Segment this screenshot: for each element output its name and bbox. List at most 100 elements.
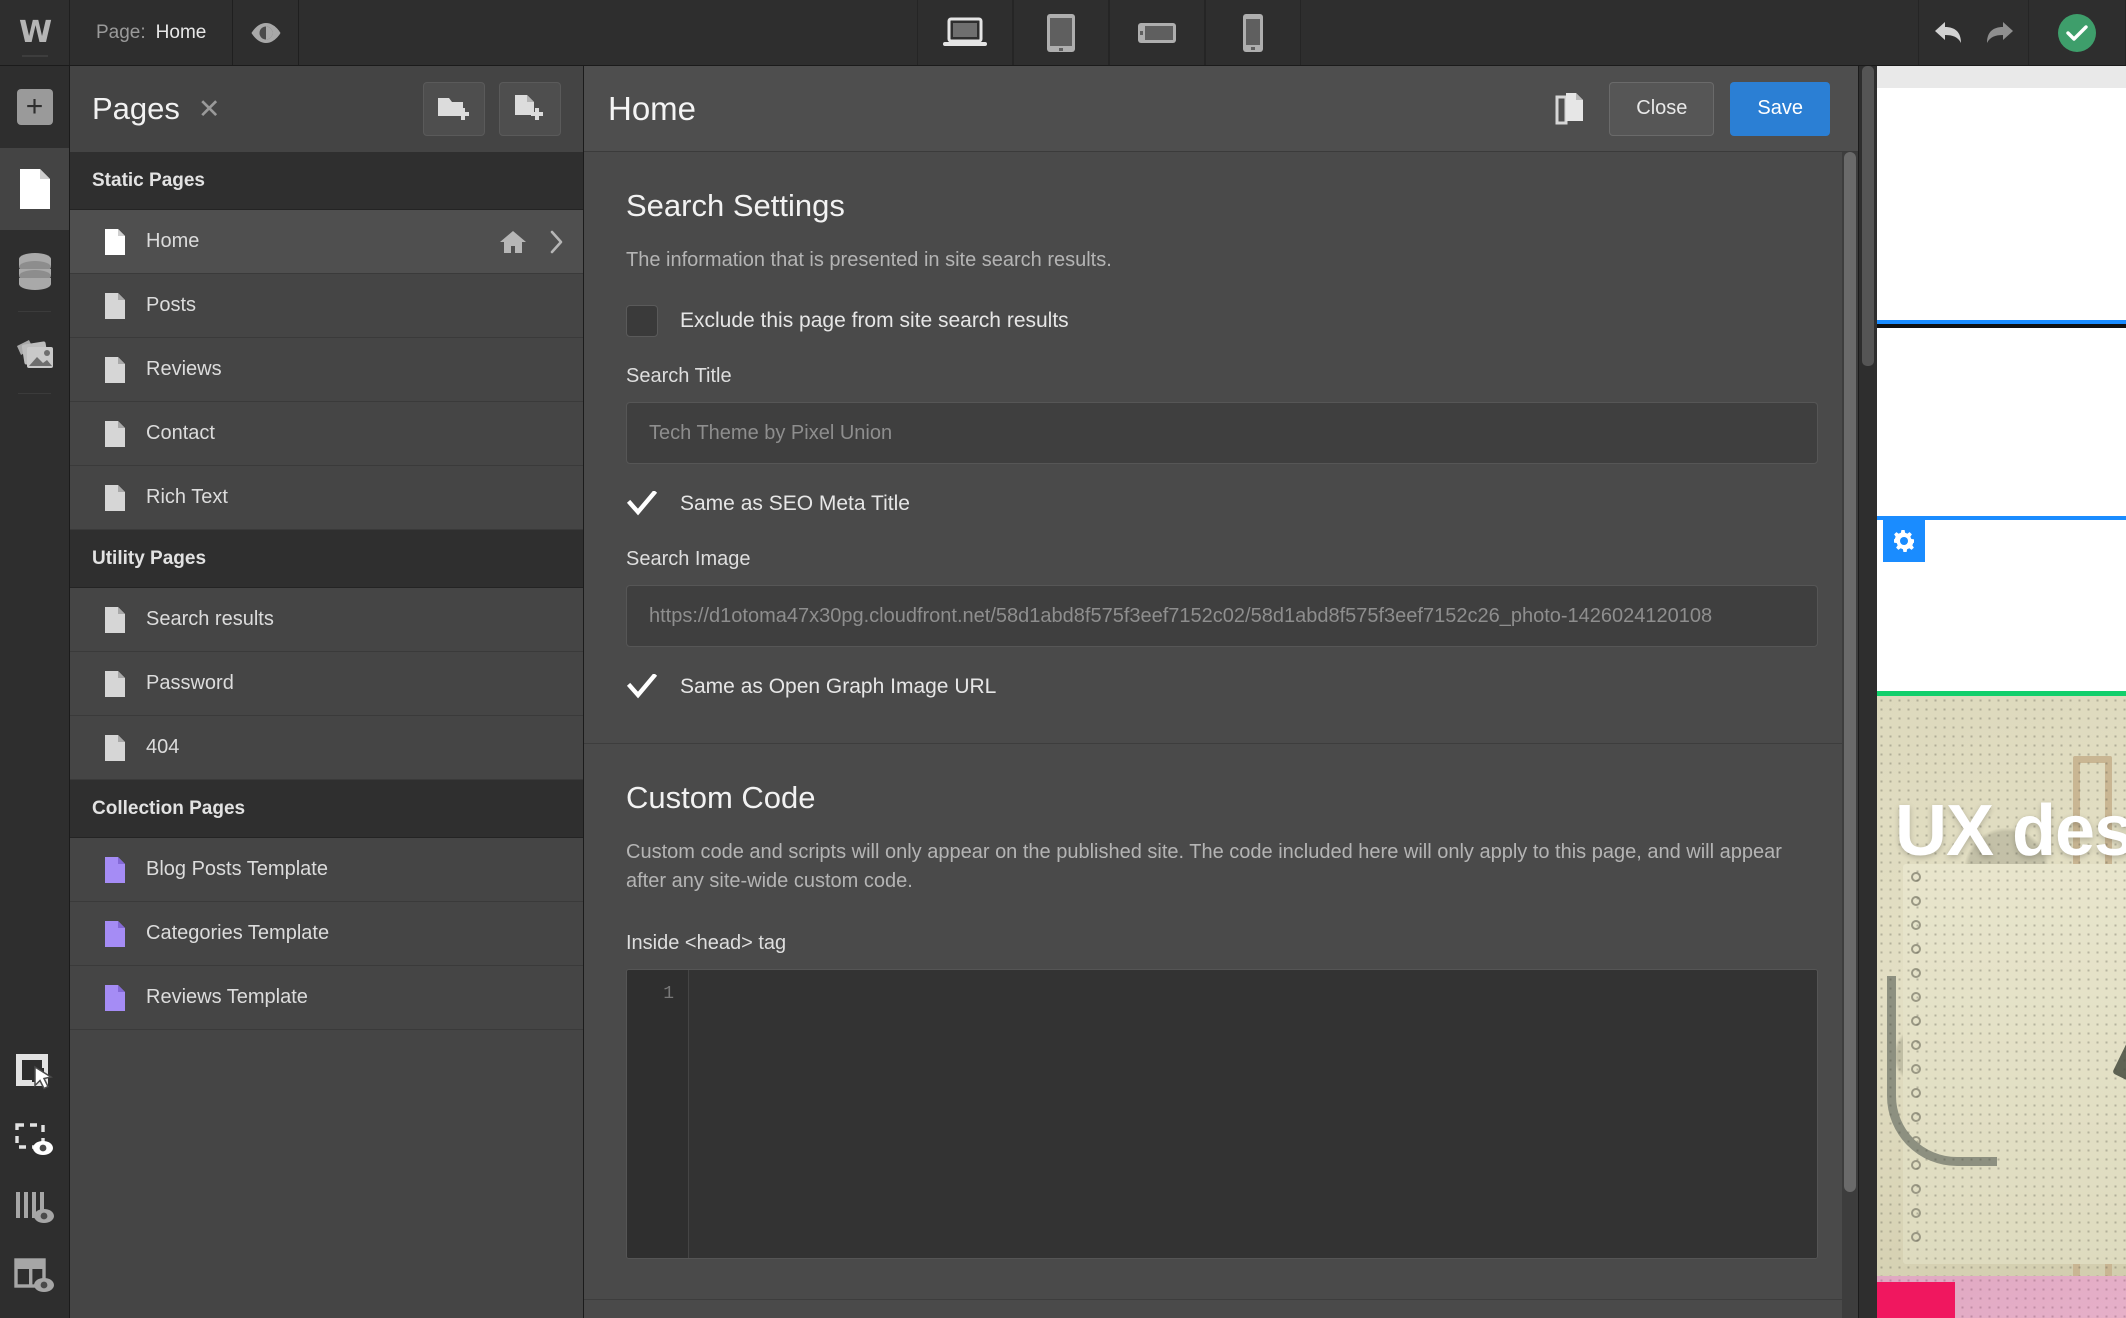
new-folder-button[interactable] — [423, 82, 485, 136]
page-row-label: Reviews Template — [146, 986, 308, 1008]
same-as-seo-title-checkbox[interactable] — [626, 488, 658, 520]
code-gutter: 1 — [627, 970, 689, 1258]
page-row-posts[interactable]: Posts — [70, 274, 583, 338]
search-settings-description: The information that is presented in sit… — [626, 249, 1112, 271]
settings-scrollbar-thumb[interactable] — [1844, 152, 1856, 1192]
search-image-input[interactable]: https://d1otoma47x30pg.cloudfront.net/58… — [626, 585, 1818, 647]
inside-head-tag-label: Inside <head> tag — [626, 932, 787, 954]
sidebar-item-toggle-element-outlines[interactable] — [0, 1106, 69, 1174]
canvas-section-nav[interactable] — [1877, 88, 2126, 324]
device-mobile-landscape-button[interactable] — [1108, 0, 1205, 65]
toolbar-right-controls — [1918, 0, 2126, 65]
same-as-og-image-label: Same as Open Graph Image URL — [680, 675, 997, 698]
search-settings-heading: Search Settings — [626, 188, 845, 223]
canvas-section-selected[interactable] — [1877, 520, 2126, 696]
mobile-landscape-icon — [1137, 22, 1176, 43]
page-row-label: Categories Template — [146, 922, 330, 944]
device-mobile-portrait-button[interactable] — [1204, 0, 1301, 65]
collection-page-icon — [105, 856, 125, 883]
exclude-from-search-row[interactable]: Exclude this page from site search resul… — [626, 305, 1818, 337]
preview-toggle-button[interactable] — [233, 0, 300, 65]
canvas-hero-image[interactable]: UX desi — [1877, 696, 2126, 1276]
search-title-input[interactable]: Tech Theme by Pixel Union — [626, 402, 1818, 464]
dashed-box-eye-icon — [14, 1123, 53, 1155]
current-page-indicator[interactable]: Page: Home — [70, 0, 234, 65]
head-code-editor[interactable]: 1 — [626, 969, 1818, 1259]
save-status-indicator[interactable] — [2028, 0, 2126, 65]
duplicate-page-button[interactable] — [1555, 91, 1585, 127]
canvas-scrollbar-thumb[interactable] — [1862, 66, 1874, 366]
sidebar-item-toggle-guides[interactable] — [0, 1174, 69, 1242]
canvas-preview[interactable]: UX desi DESIGN — [1859, 66, 2126, 1318]
checkmark-icon — [627, 491, 657, 516]
page-name: Home — [155, 21, 207, 43]
page-row-404[interactable]: 404 — [70, 716, 583, 780]
sidebar-item-assets-panel[interactable] — [0, 312, 69, 394]
page-row-reviews[interactable]: Reviews — [70, 338, 583, 402]
cursor-select-icon — [15, 1054, 53, 1090]
settings-scrollbar-track[interactable] — [1842, 152, 1858, 1318]
page-row-password[interactable]: Password — [70, 652, 583, 716]
sidebar-item-add-panel[interactable] — [0, 66, 69, 148]
page-row-home[interactable]: Home — [70, 210, 583, 274]
pages-group-heading-static: Static Pages — [70, 152, 583, 210]
same-as-og-image-checkbox[interactable] — [626, 671, 658, 703]
same-as-seo-title-row[interactable]: Same as SEO Meta Title — [626, 488, 1818, 520]
collection-page-icon — [105, 920, 125, 947]
new-page-button[interactable] — [499, 82, 561, 136]
device-tablet-button[interactable] — [1012, 0, 1109, 65]
page-file-icon — [105, 670, 125, 697]
custom-code-heading: Custom Code — [626, 780, 816, 815]
save-button[interactable]: Save — [1730, 81, 1830, 136]
canvas-hero-heading[interactable]: UX desi — [1895, 790, 2126, 872]
home-icon[interactable] — [499, 229, 527, 255]
gear-icon[interactable] — [1883, 520, 1925, 562]
left-toolbar-rail — [0, 66, 70, 1318]
sidebar-item-cms-panel[interactable] — [0, 230, 69, 312]
chevron-right-icon[interactable] — [549, 229, 565, 255]
search-image-label: Search Image — [626, 548, 751, 570]
same-as-og-image-row[interactable]: Same as Open Graph Image URL — [626, 671, 1818, 703]
canvas-dot-overlay — [1877, 696, 2126, 1276]
toolbar-spacer-right — [1301, 0, 1918, 65]
exclude-from-search-checkbox[interactable] — [626, 305, 658, 337]
code-textarea[interactable] — [689, 970, 1817, 1258]
page-row-reviews-template[interactable]: Reviews Template — [70, 966, 583, 1030]
undo-arrow-icon[interactable] — [1933, 18, 1967, 48]
page-file-icon — [105, 292, 125, 319]
new-folder-icon — [438, 98, 469, 120]
check-circle-icon — [2058, 13, 2096, 52]
columns-eye-icon — [15, 1192, 54, 1223]
page-row-rich-text[interactable]: Rich Text — [70, 466, 583, 530]
sidebar-item-toggle-layout-preview[interactable] — [0, 1242, 69, 1310]
canvas-viewport[interactable]: UX desi DESIGN — [1877, 66, 2126, 1318]
sidebar-item-pages-panel[interactable] — [0, 148, 69, 230]
page-row-search-results[interactable]: Search results — [70, 588, 583, 652]
canvas-section-intro[interactable] — [1877, 328, 2126, 520]
redo-arrow-icon[interactable] — [1981, 18, 2015, 48]
device-desktop-button[interactable] — [916, 0, 1013, 65]
page-row-label: Home — [146, 230, 200, 252]
close-x-icon[interactable]: ✕ — [198, 95, 221, 123]
pages-panel-title: Pages — [92, 91, 180, 126]
canvas-design-image[interactable]: DESIGN — [1877, 1276, 2126, 1318]
page-row-label: Search results — [146, 608, 274, 630]
page-file-icon — [105, 734, 125, 761]
page-row-label: Rich Text — [146, 486, 228, 508]
canvas-topbar-strip — [1877, 66, 2126, 88]
canvas-scrollbar-track[interactable] — [1859, 66, 1877, 1318]
page-row-label: Posts — [146, 294, 197, 316]
webflow-logo-button[interactable]: W — [0, 0, 70, 65]
custom-code-description: Custom code and scripts will only appear… — [626, 841, 1782, 892]
page-row-label: Reviews — [146, 358, 222, 380]
close-button[interactable]: Close — [1609, 81, 1715, 136]
page-row-categories-template[interactable]: Categories Template — [70, 902, 583, 966]
history-controls — [1918, 0, 2028, 65]
page-row-blog-posts-template[interactable]: Blog Posts Template — [70, 838, 583, 902]
pages-group-heading-collection: Collection Pages — [70, 780, 583, 838]
eye-icon — [251, 22, 281, 43]
canvas-design-tag[interactable]: DESIGN — [1877, 1282, 1955, 1318]
page-label: Page: — [96, 21, 146, 43]
sidebar-item-select-tool[interactable] — [0, 1038, 69, 1106]
page-row-contact[interactable]: Contact — [70, 402, 583, 466]
